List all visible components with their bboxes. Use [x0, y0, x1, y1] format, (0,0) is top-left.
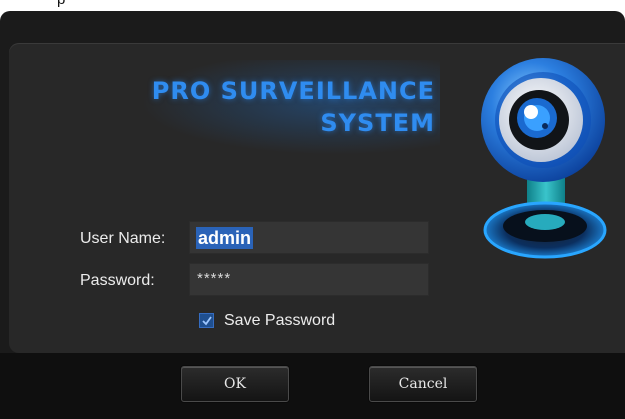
save-password-label[interactable]: Save Password [224, 312, 335, 330]
cancel-button[interactable]: Cancel [369, 366, 477, 402]
password-value: ***** [197, 270, 232, 287]
camera-eye-icon [481, 58, 607, 259]
password-label: Password: [80, 272, 155, 289]
brand-title-line2: SYSTEM [320, 109, 435, 137]
brand-glow [140, 60, 440, 155]
password-field[interactable]: ***** [189, 263, 429, 296]
brand-title-line1: PRO SURVEILLANCE [151, 77, 435, 105]
top-fragment-text: p [57, 0, 65, 8]
save-password-checkbox[interactable] [199, 313, 214, 328]
username-value: admin [196, 227, 254, 249]
checkmark-icon [202, 316, 212, 326]
button-bar [0, 353, 625, 419]
username-label: User Name: [80, 230, 166, 247]
ok-button[interactable]: OK [181, 366, 289, 402]
username-field[interactable]: admin [189, 221, 429, 254]
